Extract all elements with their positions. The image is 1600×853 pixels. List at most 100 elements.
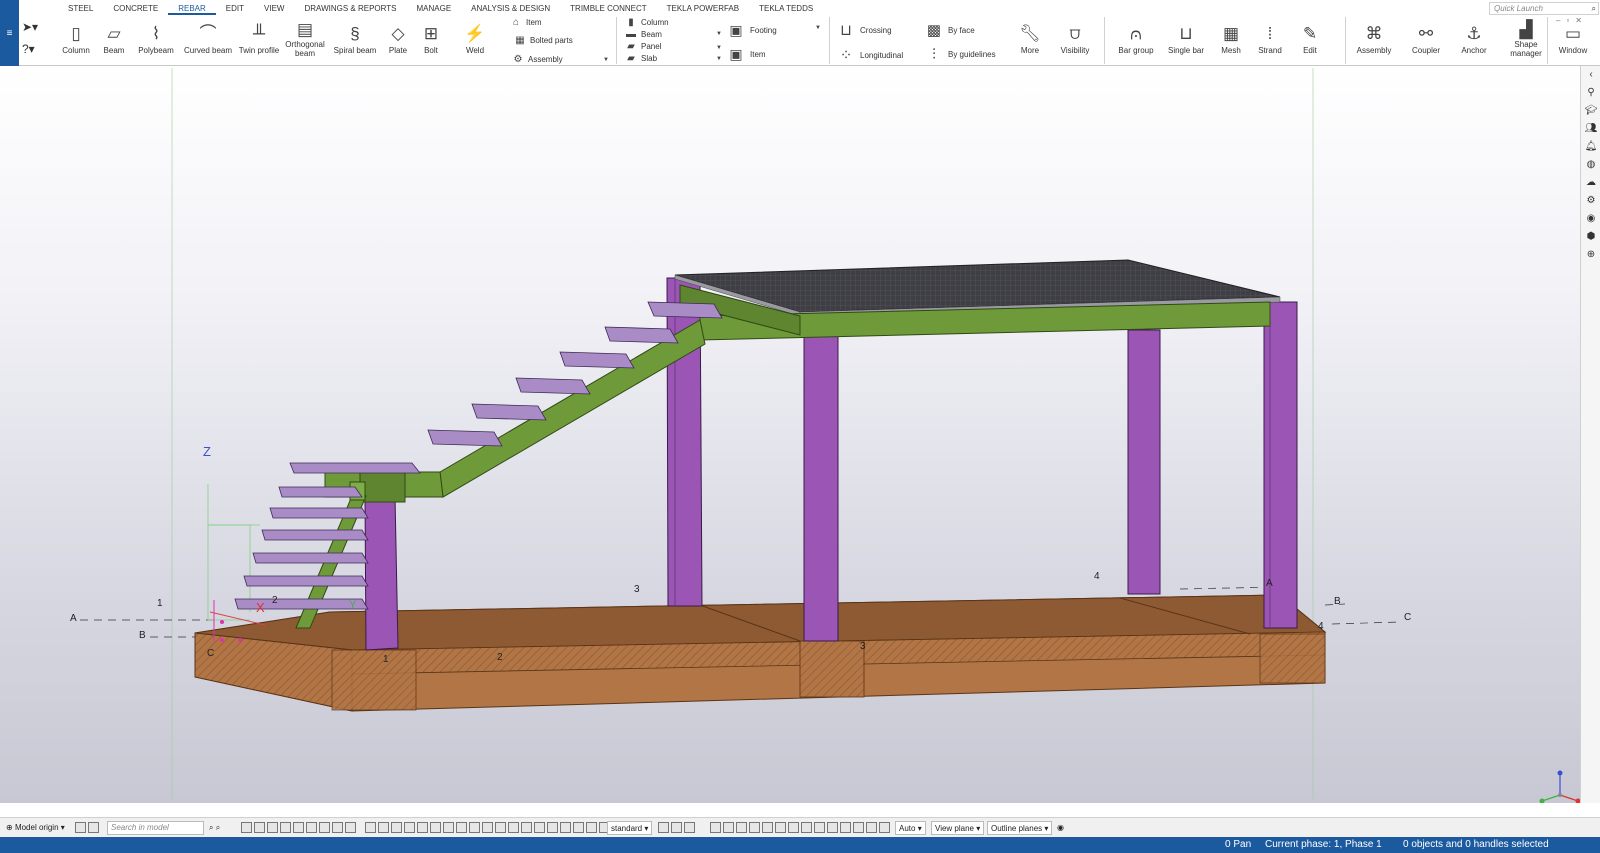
orthogonal-beam-button[interactable]: ▤ Orthogonal beam — [285, 20, 325, 62]
weld-button[interactable]: ⚡ Weld — [462, 22, 488, 64]
outline-planes-dropdown[interactable]: Outline planes ▾ — [987, 821, 1053, 835]
chevron-down-icon[interactable]: ▼ — [716, 56, 722, 62]
plate-button[interactable]: ◇ Plate — [385, 22, 411, 64]
longitudinal-button[interactable]: ⁘ Longitudinal — [836, 46, 903, 64]
bolt-button[interactable]: ⊞ Bolt — [420, 22, 442, 64]
bar-group-button[interactable]: ⩀ Bar group — [1118, 22, 1154, 64]
mesh-button[interactable]: ▦ Mesh — [1218, 22, 1244, 64]
3d-model-view[interactable] — [0, 66, 1580, 803]
tab-tekla-tedds[interactable]: TEKLA TEDDS — [749, 3, 823, 15]
tab-tekla-powerfab[interactable]: TEKLA POWERFAB — [657, 3, 749, 15]
view-plane-dropdown[interactable]: View plane ▾ — [931, 821, 985, 835]
tab-drawings-reports[interactable]: DRAWINGS & REPORTS — [294, 3, 406, 15]
tab-rebar[interactable]: REBAR — [168, 3, 216, 15]
concrete-slab-button[interactable]: ▰ Slab — [625, 53, 657, 64]
concrete-beam-button[interactable]: ▬ Beam — [625, 29, 662, 40]
bolted-parts-button[interactable]: ▦ Bolted parts — [514, 35, 572, 46]
strand-button[interactable]: ⁞ Strand — [1255, 22, 1285, 64]
crossing-button[interactable]: ⊔ Crossing — [836, 21, 891, 39]
notifications-icon[interactable]: 🔔︎ — [1581, 138, 1600, 156]
rebar-assembly-button[interactable]: ⌘ Assembly — [1355, 22, 1393, 64]
concrete-panel-button[interactable]: ▰ Panel — [625, 41, 661, 52]
coupler-button[interactable]: ⚯ Coupler — [1409, 22, 1443, 64]
tab-analysis-design[interactable]: ANALYSIS & DESIGN — [461, 3, 560, 15]
shape-manager-button[interactable]: ▟ Shape manager — [1508, 20, 1544, 62]
concrete-column-button[interactable]: ▮ Column — [625, 17, 668, 28]
view-tool-icons[interactable] — [658, 822, 697, 834]
tab-view[interactable]: VIEW — [254, 3, 294, 15]
model-viewport[interactable]: Z X Y A B C 1 2 1 2 3 3 4 4 A B C — [0, 66, 1580, 803]
anchor-button[interactable]: ⚓︎ Anchor — [1459, 22, 1489, 64]
grid-label-c: C — [207, 648, 215, 659]
steel-column-button[interactable]: ▯ Column — [60, 22, 92, 64]
single-bar-button[interactable]: ⊔ Single bar — [1167, 22, 1205, 64]
steel-beams — [295, 284, 1271, 629]
eye-icon[interactable]: ◉ — [1057, 821, 1064, 835]
concrete-item-button[interactable]: ▣ Item — [726, 46, 765, 63]
tab-trimble-connect[interactable]: TRIMBLE CONNECT — [560, 3, 656, 15]
steel-item-button[interactable]: ⌂ Item — [510, 17, 542, 28]
model-origin-dropdown[interactable]: ⊕ Model origin ▾ — [6, 821, 65, 835]
coupler-icon: ⚯ — [1418, 24, 1434, 43]
by-guidelines-button[interactable]: ⫶ By guidelines — [924, 46, 995, 63]
chevron-down-icon[interactable]: ▼ — [716, 31, 722, 37]
grid-label-1-lower: 1 — [383, 654, 389, 665]
twin-profile-button[interactable]: ╨ Twin profile — [238, 22, 280, 64]
hamburger-icon: ≡ — [6, 27, 13, 39]
users-icon[interactable]: 👥︎ — [1581, 120, 1600, 138]
visibility-button[interactable]: ⩌ Visibility — [1058, 22, 1092, 64]
chevron-down-icon[interactable]: ▼ — [716, 45, 722, 51]
beam-icon: ▱ — [107, 24, 121, 43]
layers-icon[interactable]: ◉ — [1581, 210, 1600, 228]
selection-switch-icons[interactable] — [241, 822, 358, 834]
tab-steel[interactable]: STEEL — [58, 3, 103, 15]
search-icon[interactable]: ⌕ ⌕ — [209, 821, 220, 835]
ribbon-separator — [829, 17, 830, 64]
by-face-button[interactable]: ▩ By face — [924, 21, 975, 39]
chevron-down-icon[interactable]: ▼ — [815, 25, 821, 31]
tab-concrete[interactable]: CONCRETE — [103, 3, 168, 15]
spiral-beam-button[interactable]: § Spiral beam — [333, 22, 377, 64]
slab-icon: ▰ — [627, 53, 635, 64]
pointer-icon[interactable]: ➤▾ — [22, 16, 50, 38]
collapse-panel-icon[interactable]: ‹ — [1581, 66, 1600, 84]
tab-edit[interactable]: EDIT — [216, 3, 254, 15]
globe-icon[interactable]: ◍ — [1581, 156, 1600, 174]
quick-launch-input[interactable]: Quick Launch ⌕ — [1489, 2, 1599, 15]
cube-icon[interactable]: ⬢ — [1581, 228, 1600, 246]
help-icon[interactable]: ?▾ — [22, 38, 50, 60]
navigation-axes[interactable] — [1539, 770, 1581, 804]
window-button[interactable]: ▭ Window — [1553, 22, 1593, 64]
grid-label-3-lower: 3 — [860, 641, 866, 652]
search-in-model-input[interactable]: Search in model — [107, 821, 204, 835]
rebar-edit-button[interactable]: ✎ Edit — [1298, 22, 1322, 64]
status-bar: 0 Pan Current phase: 1, Phase 1 0 object… — [0, 837, 1600, 853]
polybeam-button[interactable]: ⌇ Polybeam — [137, 22, 175, 64]
status-current-phase[interactable]: Current phase: 1, Phase 1 — [1265, 839, 1382, 850]
spiral-beam-icon: § — [350, 24, 360, 43]
app-menu-button[interactable]: ≡ — [0, 0, 19, 66]
learning-icon[interactable]: 🎓︎ — [1581, 102, 1600, 120]
auto-dropdown[interactable]: Auto ▾ — [895, 821, 926, 835]
cloud-icon[interactable]: ☁ — [1581, 174, 1600, 192]
origin-tool-icons[interactable] — [75, 822, 101, 834]
grid-label-4-lower: 4 — [1318, 621, 1324, 632]
standard-dropdown[interactable]: standard ▾ — [607, 821, 653, 835]
chevron-down-icon[interactable]: ▼ — [603, 57, 609, 63]
snap-tool-icons[interactable] — [710, 822, 892, 834]
curved-beam-button[interactable]: ⌒ Curved beam — [184, 22, 232, 64]
right-side-panel: ‹ ⚲ 🎓︎ 👥︎ 🔔︎ ◍ ☁ ⚙ ◉ ⬢ ⊕ — [1580, 66, 1600, 803]
assembly-small-icon: ⚙ — [513, 54, 523, 65]
properties-icon[interactable]: ⚲ — [1581, 84, 1600, 102]
grid-label-4: 4 — [1094, 571, 1100, 582]
steel-assembly-button[interactable]: ⚙ Assembly — [512, 54, 563, 65]
snap-switch-icons[interactable] — [365, 822, 612, 834]
polybeam-icon: ⌇ — [151, 24, 161, 43]
tab-manage[interactable]: MANAGE — [407, 3, 462, 15]
more-button[interactable]: 🔧︎ More — [1018, 22, 1042, 64]
ribbon-separator — [1547, 17, 1548, 64]
gear-icon[interactable]: ⚙ — [1581, 192, 1600, 210]
footing-button[interactable]: ▣ Footing — [726, 22, 776, 39]
add-component-icon[interactable]: ⊕ — [1581, 246, 1600, 264]
steel-beam-button[interactable]: ▱ Beam — [99, 22, 129, 64]
